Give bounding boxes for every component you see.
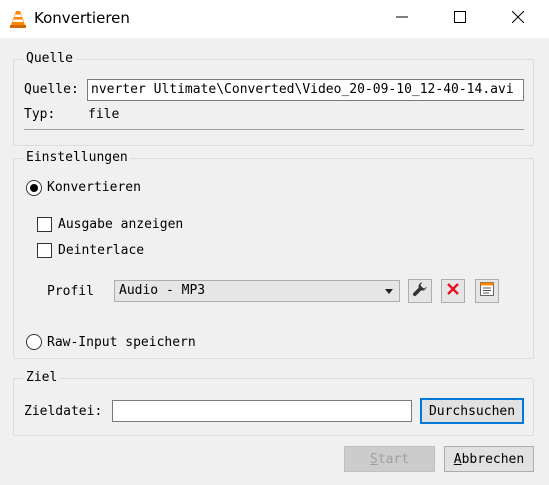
source-group: Quelle Quelle: nverter Ultimate\Converte… [13, 51, 534, 146]
settings-group-title: Einstellungen [24, 150, 130, 165]
vlc-cone-icon [10, 10, 26, 28]
wrench-icon [412, 281, 428, 301]
window-title: Konvertieren [34, 9, 130, 27]
target-group: Ziel Zieldatei: Durchsuchen [13, 370, 534, 436]
dialog-body: Quelle Quelle: nverter Ultimate\Converte… [0, 38, 549, 485]
deinterlace-label: Deinterlace [58, 243, 145, 258]
maximize-icon [454, 11, 466, 27]
convert-radio[interactable] [26, 180, 42, 196]
minimize-button[interactable] [379, 0, 425, 38]
delete-profile-button[interactable] [441, 279, 465, 303]
browse-button[interactable]: Durchsuchen [420, 398, 524, 424]
delete-icon [446, 282, 460, 300]
deinterlace-checkbox[interactable] [37, 243, 52, 258]
edit-profile-button[interactable] [408, 279, 432, 303]
target-file-label: Zieldatei: [24, 404, 103, 419]
source-group-title: Quelle [24, 51, 75, 66]
new-profile-icon [479, 281, 495, 301]
raw-input-radio[interactable] [26, 334, 42, 350]
close-button[interactable] [495, 0, 541, 38]
cancel-button[interactable]: Abbrechen [444, 446, 534, 472]
target-group-title: Ziel [24, 370, 60, 385]
new-profile-button[interactable] [475, 279, 499, 303]
browse-button-label: Durchsuchen [428, 403, 516, 419]
type-label: Typ: [24, 107, 56, 122]
start-button-label: Start [369, 451, 410, 467]
settings-group: Einstellungen Konvertieren Ausgabe anzei… [13, 150, 534, 359]
raw-input-label: Raw-Input speichern [47, 335, 196, 350]
type-value: file [88, 107, 120, 122]
profile-label: Profil [47, 284, 94, 299]
source-label: Quelle: [24, 82, 79, 97]
minimize-icon [396, 11, 408, 27]
show-output-checkbox[interactable] [37, 217, 52, 232]
maximize-button[interactable] [437, 0, 483, 38]
profile-select-value: Audio - MP3 [119, 283, 206, 298]
convert-label: Konvertieren [47, 180, 141, 195]
target-file-field[interactable] [112, 400, 412, 422]
cancel-button-label: Abbrechen [453, 451, 525, 467]
chevron-down-icon [385, 289, 393, 294]
source-path-field[interactable]: nverter Ultimate\Converted\Video_20-09-1… [87, 79, 524, 101]
profile-select[interactable]: Audio - MP3 [114, 280, 400, 302]
source-divider [24, 129, 524, 130]
title-bar: Konvertieren [0, 0, 549, 38]
close-icon [511, 10, 525, 27]
show-output-label: Ausgabe anzeigen [58, 217, 184, 232]
start-button[interactable]: Start [344, 446, 435, 472]
